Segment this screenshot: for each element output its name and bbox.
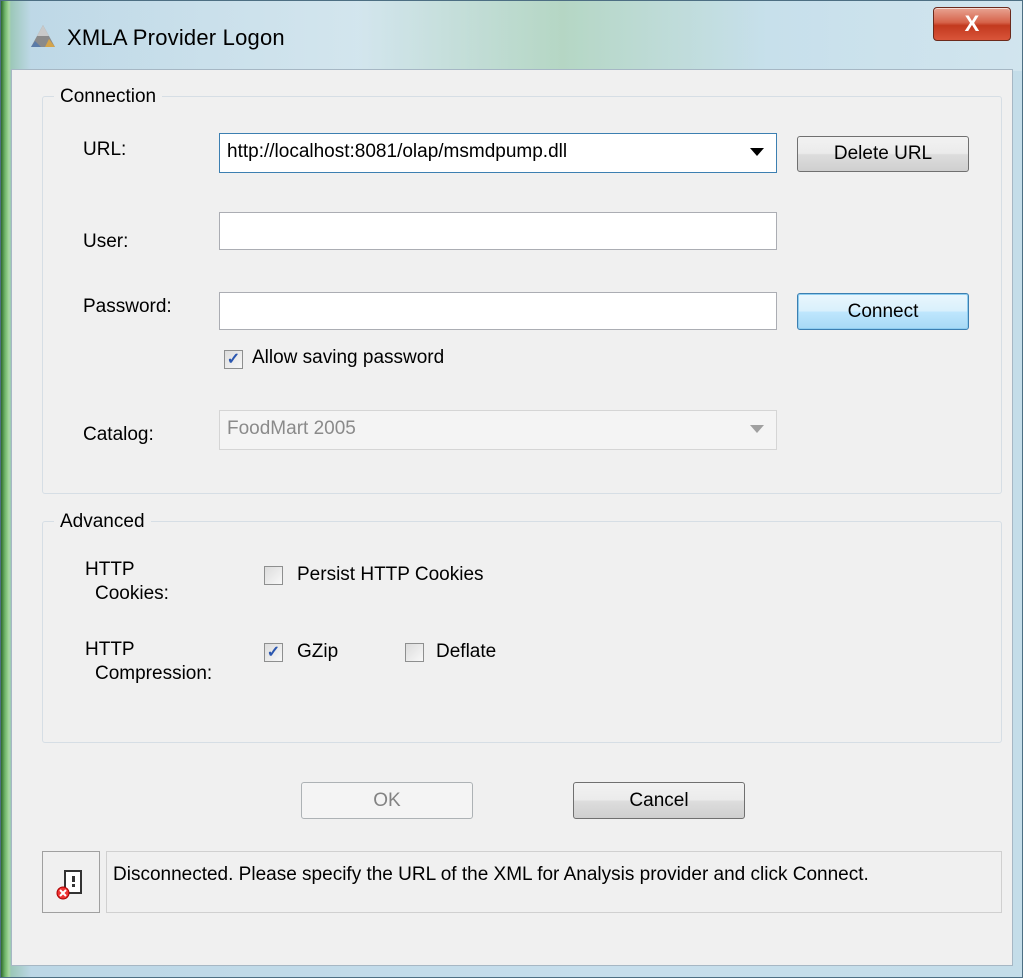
check-mark-icon: ✓ xyxy=(226,351,241,368)
http-cookies-label-line1: HTTP xyxy=(85,559,135,580)
gzip-label[interactable]: GZip xyxy=(297,641,338,663)
allow-saving-password-checkbox[interactable]: ✓ xyxy=(224,350,243,369)
window-title: XMLA Provider Logon xyxy=(67,25,285,50)
check-mark-icon: ✓ xyxy=(266,644,281,661)
http-compression-label-line2: Compression: xyxy=(95,663,213,684)
chevron-down-icon[interactable] xyxy=(750,148,764,156)
delete-url-button[interactable]: Delete URL xyxy=(797,136,969,172)
delete-url-button-label: Delete URL xyxy=(833,143,933,164)
xmla-logo-icon xyxy=(31,25,55,47)
connect-button-label: Connect xyxy=(847,301,919,322)
title-bar[interactable]: XMLA Provider Logon X xyxy=(1,1,1022,71)
url-value: http://localhost:8081/olap/msmdpump.dll xyxy=(227,141,568,162)
http-compression-label-line1: HTTP xyxy=(85,639,135,660)
user-label: User: xyxy=(83,231,129,252)
dialog-client-area: Connection URL: http://localhost:8081/ol… xyxy=(11,69,1013,966)
status-message-box: Disconnected. Please specify the URL of … xyxy=(106,851,1002,913)
url-label: URL: xyxy=(83,139,127,160)
ok-button[interactable]: OK xyxy=(301,782,473,819)
cancel-button-label: Cancel xyxy=(629,790,689,811)
deflate-checkbox[interactable] xyxy=(405,643,424,662)
url-combobox[interactable]: http://localhost:8081/olap/msmdpump.dll xyxy=(219,133,777,173)
password-label: Password: xyxy=(83,296,172,317)
persist-http-cookies-checkbox[interactable] xyxy=(264,566,283,585)
ok-button-label: OK xyxy=(373,790,401,811)
deflate-label[interactable]: Deflate xyxy=(436,641,496,663)
disconnected-icon xyxy=(56,870,82,900)
persist-http-cookies-label[interactable]: Persist HTTP Cookies xyxy=(297,564,484,586)
http-cookies-label-line2: Cookies: xyxy=(95,583,169,604)
status-icon-box xyxy=(42,851,100,913)
cancel-button[interactable]: Cancel xyxy=(573,782,745,819)
catalog-value: FoodMart 2005 xyxy=(227,418,356,439)
close-button[interactable]: X xyxy=(933,7,1011,41)
chevron-down-icon xyxy=(750,425,764,433)
gzip-checkbox[interactable]: ✓ xyxy=(264,643,283,662)
status-message: Disconnected. Please specify the URL of … xyxy=(113,864,869,885)
logon-dialog-window: XMLA Provider Logon X Connection URL: ht… xyxy=(0,0,1023,978)
connection-group-title: Connection xyxy=(54,86,163,108)
allow-saving-password-label[interactable]: Allow saving password xyxy=(252,347,444,369)
advanced-group-title: Advanced xyxy=(54,511,151,533)
close-icon: X xyxy=(964,11,980,36)
advanced-group xyxy=(42,521,1002,743)
password-input[interactable] xyxy=(219,292,777,330)
catalog-label: Catalog: xyxy=(83,424,154,445)
catalog-combobox[interactable]: FoodMart 2005 xyxy=(219,410,777,450)
connect-button[interactable]: Connect xyxy=(797,293,969,330)
user-input[interactable] xyxy=(219,212,777,250)
